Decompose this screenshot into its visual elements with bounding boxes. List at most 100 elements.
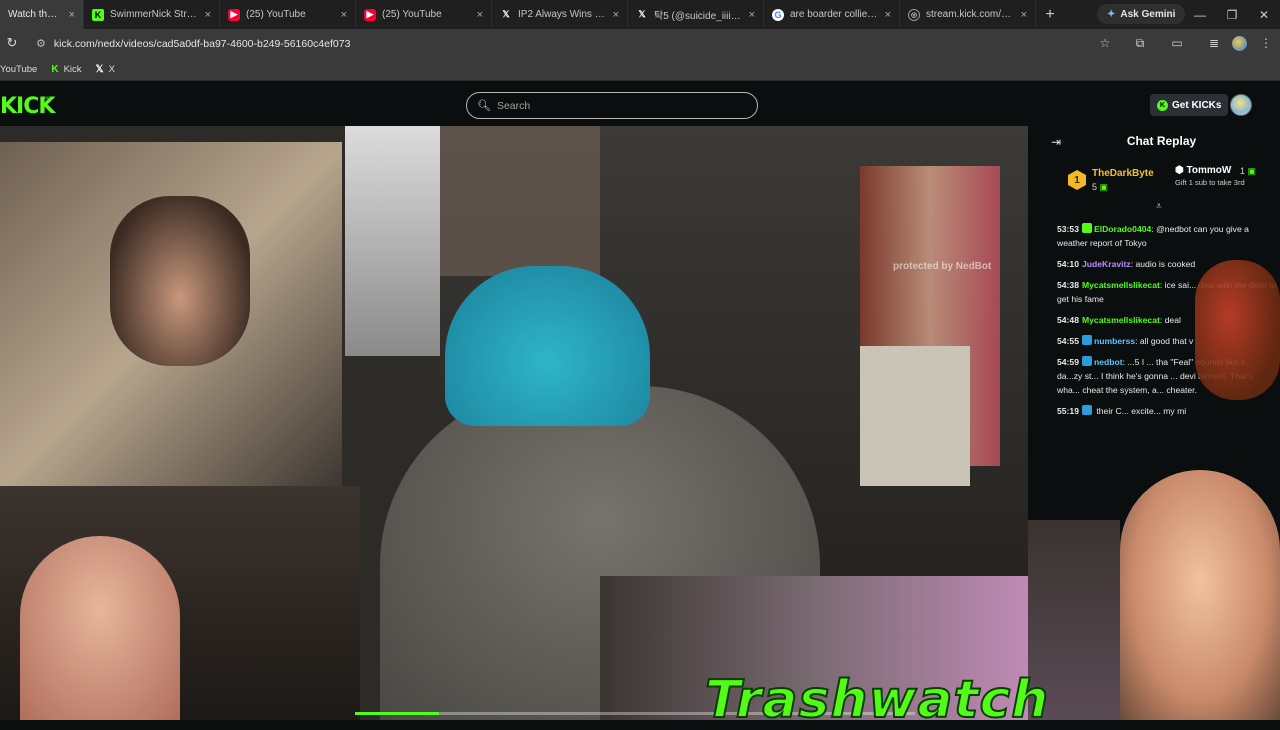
close-icon[interactable]: × — [205, 9, 211, 21]
cast-icon[interactable]: ▭ — [1169, 35, 1185, 51]
x-icon: 𝕏 — [638, 9, 646, 19]
cam-person — [110, 196, 250, 366]
leaderboard-user[interactable]: TheDarkByte — [1092, 168, 1154, 179]
close-window-button[interactable]: ✕ — [1248, 0, 1280, 29]
browser-tab-youtube-2[interactable]: ▶ (25) YouTube × — [356, 0, 492, 29]
close-icon[interactable]: × — [885, 9, 891, 21]
gemini-icon: ✦ — [1107, 8, 1116, 20]
seek-bar-fill — [355, 712, 439, 715]
message-user[interactable]: JudeKravitz — [1082, 259, 1131, 269]
browser-tab-ip2[interactable]: 𝕏 IP2 Always Wins (@Ip2 × — [492, 0, 628, 29]
tab-label: IP2 Always Wins (@Ip2 — [518, 9, 607, 20]
youtube-icon: ▶ — [228, 8, 240, 21]
message-user[interactable]: nedbot — [1094, 357, 1123, 367]
message-user[interactable]: ElDorado0404 — [1094, 224, 1151, 234]
leaderboard-note: Gift 1 sub to take 3rd — [1175, 178, 1245, 187]
extensions-icon[interactable]: ⧉ — [1132, 35, 1148, 51]
close-icon[interactable]: × — [1021, 9, 1027, 21]
gift-count: 5 — [1092, 182, 1098, 192]
message-time: 55:19 — [1057, 406, 1079, 416]
reload-icon[interactable]: ↻ — [4, 35, 20, 51]
beta-badge: BETA — [44, 95, 55, 100]
url-bar[interactable]: ⚙ kick.com/nedx/videos/cad5a0df-ba97-460… — [28, 32, 1088, 55]
speaker-box — [860, 346, 970, 486]
message-text: : all good that v — [1135, 336, 1194, 346]
kicks-coin-icon: K — [1157, 99, 1168, 111]
bot-badge-icon — [1081, 356, 1092, 366]
bookmark-label: Kick — [63, 63, 82, 75]
bookmark-label: YouTube — [0, 63, 38, 75]
leaderboard-user[interactable]: ⬢ TommoW — [1175, 165, 1231, 176]
message-user[interactable]: Mycatsmellslikecat — [1082, 280, 1160, 290]
close-icon[interactable]: × — [749, 9, 755, 21]
pineapple-hat — [445, 266, 650, 426]
search-input[interactable]: 🔍︎ Search — [466, 92, 758, 119]
bookmark-star-icon[interactable]: ☆ — [1097, 35, 1113, 51]
bookmark-youtube[interactable]: YouTube — [0, 64, 37, 75]
kick-icon: K — [51, 63, 59, 75]
tab-label: (25) YouTube — [382, 9, 442, 20]
get-kicks-label: Get KICKs — [1172, 99, 1222, 111]
browser-tab-suicide[interactable]: 𝕏 탁5 (@suicide_iiii) / X × — [628, 0, 764, 29]
minimize-button[interactable]: — — [1184, 0, 1216, 29]
collage-face-right — [1120, 470, 1280, 720]
google-icon: G — [772, 8, 784, 21]
video-player[interactable]: protected by NedBot — [0, 126, 1028, 720]
trashwatch-overlay-text: Trashwatch — [704, 669, 1050, 730]
watermark-text: protected by NedBot — [893, 261, 992, 272]
ask-gemini-label: Ask Gemini — [1120, 8, 1176, 20]
close-icon[interactable]: × — [69, 9, 75, 21]
x-icon: 𝕏 — [502, 9, 510, 19]
profile-avatar[interactable] — [1232, 36, 1247, 51]
tab-label: SwimmerNick Stream — [110, 9, 199, 20]
message-time: 54:59 — [1057, 357, 1079, 367]
tab-label: (25) YouTube — [246, 9, 306, 20]
message-time: 54:10 — [1057, 259, 1079, 269]
new-tab-button[interactable]: + — [1036, 0, 1064, 29]
browser-tab-stream-kick[interactable]: ◎ stream.kick.com/3c812 × — [900, 0, 1036, 29]
menu-kebab-icon[interactable]: ⋮ — [1258, 35, 1274, 51]
browser-tab-strip: Watch the VOD × K SwimmerNick Stream × ▶… — [0, 0, 1280, 29]
url-text: kick.com/nedx/videos/cad5a0df-ba97-4600-… — [53, 37, 351, 50]
site-info-icon[interactable]: ⚙ — [36, 37, 46, 50]
kick-icon: K — [92, 8, 104, 21]
message-text: their C... excite... my mi — [1096, 406, 1187, 416]
chevron-down-icon[interactable]: ⩡ — [1156, 201, 1162, 212]
bookmark-label: X — [108, 63, 115, 75]
close-icon[interactable]: × — [613, 9, 619, 21]
globe-icon: ◎ — [908, 8, 920, 21]
close-icon[interactable]: × — [341, 9, 347, 21]
bw-photo — [345, 126, 440, 356]
youtube-icon: ▶ — [364, 8, 376, 21]
message-user[interactable]: Mycatsmellslikecat — [1082, 315, 1160, 325]
leaderboard-count: 1 ▣ — [1240, 166, 1256, 177]
browser-tab-watch-vod[interactable]: Watch the VOD × — [0, 0, 84, 29]
tab-label: stream.kick.com/3c812 — [926, 9, 1015, 20]
browser-tab-swimmernick[interactable]: K SwimmerNick Stream × — [84, 0, 220, 29]
message-user[interactable]: numberss — [1094, 336, 1135, 346]
sub-badge-icon — [1081, 223, 1092, 233]
leaderboard-user-name: TommoW — [1186, 165, 1232, 176]
tab-label: Watch the VOD — [8, 9, 63, 20]
bookmark-x[interactable]: 𝕏 X — [96, 64, 115, 75]
message-text: : audio is cooked — [1130, 259, 1196, 269]
maximize-button[interactable]: ❐ — [1216, 0, 1248, 29]
message-time: 54:48 — [1057, 315, 1079, 325]
search-placeholder: Search — [496, 99, 531, 112]
user-avatar[interactable] — [1230, 94, 1252, 116]
bookmarks-bar: YouTube K Kick 𝕏 X — [0, 58, 1280, 81]
get-kicks-button[interactable]: K Get KICKs — [1150, 94, 1229, 116]
rooster-image — [1195, 260, 1280, 400]
message-time: 54:38 — [1057, 280, 1079, 290]
verified-badge-icon — [1081, 335, 1092, 345]
reading-list-icon[interactable]: ≣ — [1206, 35, 1222, 51]
ask-gemini-button[interactable]: ✦ Ask Gemini — [1097, 4, 1186, 24]
browser-tab-youtube-1[interactable]: ▶ (25) YouTube × — [220, 0, 356, 29]
close-icon[interactable]: × — [477, 9, 483, 21]
rank-badge: 1 — [1068, 170, 1086, 190]
bookmark-kick[interactable]: K Kick — [51, 64, 81, 75]
browser-tab-google[interactable]: G are boarder collies a ti × — [764, 0, 900, 29]
gift-icon: ▣ — [1099, 182, 1109, 192]
collage-face-left — [20, 536, 180, 720]
chat-title: Chat Replay — [1126, 134, 1197, 148]
